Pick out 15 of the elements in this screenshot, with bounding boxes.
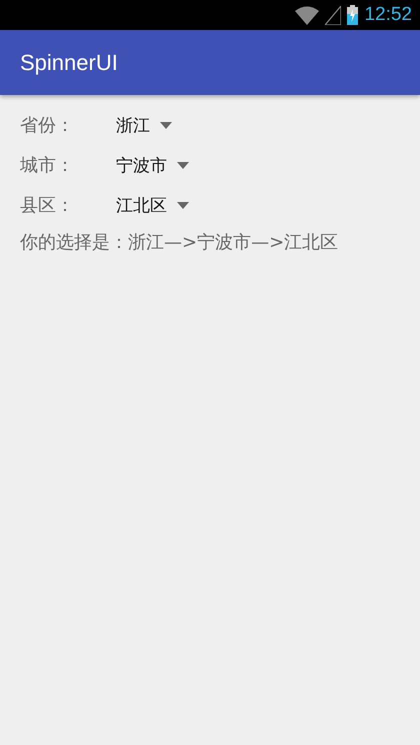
dropdown[interactable]: 宁波市 [116, 154, 189, 176]
dropdown[interactable]: 浙江 [116, 114, 172, 136]
caret-icon [160, 122, 172, 128]
battery-icon [347, 5, 358, 25]
field-label: 省份： [20, 114, 75, 137]
clock-time: 12:52 [364, 4, 412, 26]
selection-result: 你的选择是：浙江—>宁波市—>江北区 [20, 231, 340, 255]
caret-icon [177, 202, 189, 208]
field-label: 城市： [20, 154, 75, 177]
wifi-icon [295, 6, 320, 24]
field-label: 县区： [20, 194, 75, 217]
caret-icon [177, 162, 189, 168]
dropdown[interactable]: 江北区 [116, 194, 189, 216]
signal-icon [325, 6, 342, 24]
app-title: SpinnerUI [20, 50, 118, 76]
